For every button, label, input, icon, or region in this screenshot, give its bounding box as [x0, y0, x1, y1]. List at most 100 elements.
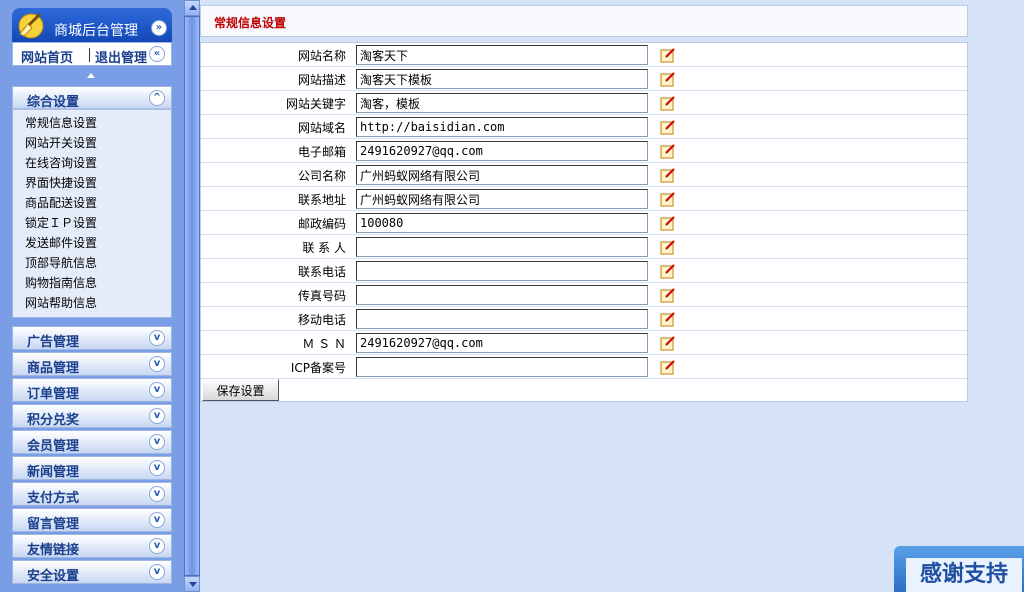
- save-button[interactable]: 保存设置: [202, 379, 279, 401]
- chevron-down-icon[interactable]: v: [149, 564, 165, 580]
- site-keywords-input[interactable]: [356, 93, 648, 113]
- hide-sidebar-icon[interactable]: «: [149, 46, 165, 62]
- edit-icon[interactable]: [660, 215, 676, 231]
- email-input[interactable]: [356, 141, 648, 161]
- scroll-down-button[interactable]: [184, 576, 200, 592]
- sidebar-item-site-help[interactable]: 网站帮助信息: [13, 293, 171, 313]
- fax-input[interactable]: [356, 285, 648, 305]
- contact-person-input[interactable]: [356, 237, 648, 257]
- sidebar: 商城后台管理 » 网站首页 退出管理 « 综合设置 ^ 常规信息设置 网站开关设…: [0, 0, 184, 592]
- edit-icon[interactable]: [660, 311, 676, 327]
- edit-icon[interactable]: [660, 263, 676, 279]
- icp-input[interactable]: [356, 357, 648, 377]
- menu-group-label: 积分兑奖: [27, 413, 80, 428]
- chevron-down-icon[interactable]: v: [149, 512, 165, 528]
- section-label: 综合设置: [27, 95, 80, 110]
- menu-group-label: 新闻管理: [27, 465, 80, 480]
- menu-group-label: 留言管理: [27, 517, 80, 532]
- menu-group-label: 支付方式: [27, 491, 80, 506]
- field-label: 传真号码: [297, 289, 346, 303]
- home-link[interactable]: 网站首页: [21, 47, 73, 66]
- sidebar-item-site-switch[interactable]: 网站开关设置: [13, 133, 171, 153]
- field-label: 网站域名: [297, 121, 346, 135]
- sidebar-item-delivery[interactable]: 商品配送设置: [13, 193, 171, 213]
- menu-group-news[interactable]: 新闻管理 v: [12, 456, 172, 480]
- section-general-settings: 综合设置 ^ 常规信息设置 网站开关设置 在线咨询设置 界面快捷设置 商品配送设…: [12, 86, 172, 318]
- thanks-text: 感谢支持: [906, 558, 1022, 592]
- edit-icon[interactable]: [660, 239, 676, 255]
- company-name-input[interactable]: [356, 165, 648, 185]
- form-row: 电子邮箱: [201, 139, 967, 163]
- edit-icon[interactable]: [660, 287, 676, 303]
- main-content: 常规信息设置 网站名称 网站描述 网站关键字 网站域名 电子邮箱 公司名称 联系…: [200, 0, 1024, 592]
- scroll-up-button[interactable]: [184, 0, 200, 16]
- edit-icon[interactable]: [660, 95, 676, 111]
- link-divider: [89, 48, 90, 62]
- thanks-badge: 感谢支持: [894, 546, 1024, 592]
- form-row: Ｍ Ｓ Ｎ: [201, 331, 967, 355]
- menu-group-label: 安全设置: [27, 569, 80, 584]
- chevron-down-icon[interactable]: v: [149, 330, 165, 346]
- sidebar-item-online-consult[interactable]: 在线咨询设置: [13, 153, 171, 173]
- postal-code-input[interactable]: [356, 213, 648, 233]
- sidebar-title: 商城后台管理: [54, 23, 138, 39]
- menu-group-ads[interactable]: 广告管理 v: [12, 326, 172, 350]
- phone-input[interactable]: [356, 261, 648, 281]
- field-label: 网站名称: [297, 49, 346, 63]
- chevron-down-icon[interactable]: v: [149, 486, 165, 502]
- arrow-down-icon: [189, 582, 197, 587]
- sidebar-item-general-info[interactable]: 常规信息设置: [13, 113, 171, 133]
- menu-group-messages[interactable]: 留言管理 v: [12, 508, 172, 532]
- menu-group-orders[interactable]: 订单管理 v: [12, 378, 172, 402]
- sidebar-item-email[interactable]: 发送邮件设置: [13, 233, 171, 253]
- chevron-up-icon[interactable]: ^: [149, 90, 165, 106]
- site-name-input[interactable]: [356, 45, 648, 65]
- sidebar-item-top-nav[interactable]: 顶部导航信息: [13, 253, 171, 273]
- broom-logo-icon: [18, 12, 44, 39]
- edit-icon[interactable]: [660, 47, 676, 63]
- menu-group-label: 会员管理: [27, 439, 80, 454]
- edit-icon[interactable]: [660, 167, 676, 183]
- sidebar-item-lock-ip[interactable]: 锁定ＩＰ设置: [13, 213, 171, 233]
- chevron-down-icon[interactable]: v: [149, 460, 165, 476]
- form-row: 网站名称: [201, 43, 967, 67]
- mobile-input[interactable]: [356, 309, 648, 329]
- sidebar-item-ui-shortcut[interactable]: 界面快捷设置: [13, 173, 171, 193]
- form-row: 联 系 人: [201, 235, 967, 259]
- edit-icon[interactable]: [660, 359, 676, 375]
- edit-icon[interactable]: [660, 71, 676, 87]
- msn-input[interactable]: [356, 333, 648, 353]
- sidebar-item-shopping-guide[interactable]: 购物指南信息: [13, 273, 171, 293]
- chevron-down-icon[interactable]: v: [149, 408, 165, 424]
- site-description-input[interactable]: [356, 69, 648, 89]
- field-label: 联 系 人: [302, 241, 346, 255]
- chevron-down-icon[interactable]: v: [149, 538, 165, 554]
- logout-link[interactable]: 退出管理: [95, 47, 147, 66]
- field-label: 联系地址: [297, 193, 346, 207]
- chevron-down-icon[interactable]: v: [149, 356, 165, 372]
- menu-group-members[interactable]: 会员管理 v: [12, 430, 172, 454]
- edit-icon[interactable]: [660, 119, 676, 135]
- menu-group-links[interactable]: 友情链接 v: [12, 534, 172, 558]
- chevron-down-icon[interactable]: v: [149, 382, 165, 398]
- menu-group-security[interactable]: 安全设置 v: [12, 560, 172, 584]
- menu-group-points[interactable]: 积分兑奖 v: [12, 404, 172, 428]
- chevron-down-icon[interactable]: v: [149, 434, 165, 450]
- address-input[interactable]: [356, 189, 648, 209]
- edit-icon[interactable]: [660, 143, 676, 159]
- form-row: ICP备案号: [201, 355, 967, 379]
- edit-icon[interactable]: [660, 335, 676, 351]
- site-domain-input[interactable]: [356, 117, 648, 137]
- scroll-thumb[interactable]: [184, 16, 200, 576]
- form-row: 联系地址: [201, 187, 967, 211]
- sidebar-scrollbar[interactable]: [184, 0, 200, 592]
- section-header[interactable]: 综合设置 ^: [12, 86, 172, 110]
- collapse-all-icon[interactable]: »: [151, 20, 167, 36]
- sidebar-links: 网站首页 退出管理 «: [12, 42, 172, 66]
- menu-group-products[interactable]: 商品管理 v: [12, 352, 172, 376]
- menu-group-label: 商品管理: [27, 361, 80, 376]
- field-label: Ｍ Ｓ Ｎ: [302, 337, 346, 351]
- scroll-up-arrow-icon[interactable]: [87, 73, 95, 78]
- menu-group-payment[interactable]: 支付方式 v: [12, 482, 172, 506]
- edit-icon[interactable]: [660, 191, 676, 207]
